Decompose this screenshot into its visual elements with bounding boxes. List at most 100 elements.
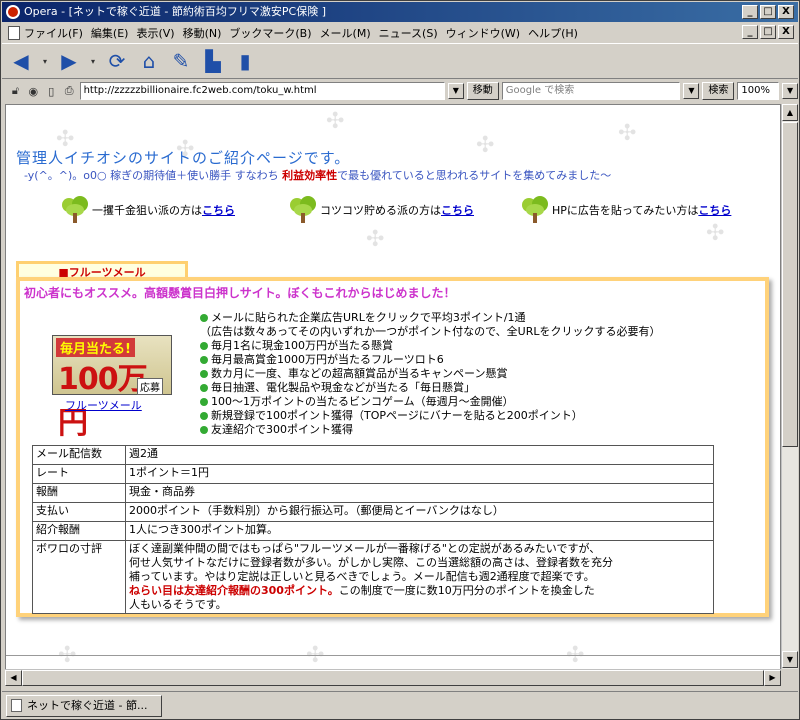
horizontal-scroll-thumb[interactable] bbox=[22, 670, 764, 686]
table-value: 1人につき300ポイント加算。 bbox=[125, 521, 714, 541]
menu-file[interactable]: ファイル(F) bbox=[24, 25, 91, 41]
comment-line: 補っています。やはり定説は正しいと見るべきでしょう。メール配信も週2通程度で超楽… bbox=[129, 570, 595, 583]
fruitmail-banner[interactable]: 毎月当たる! 100万円 応募 bbox=[52, 335, 172, 441]
category-link-1: 一攫千金狙い派の方は こちら bbox=[60, 195, 235, 225]
table-value: 現金・商品券 bbox=[125, 483, 714, 503]
page-tab[interactable]: ネットで稼ぐ近道 - 節... bbox=[6, 695, 162, 717]
info-table: メール配信数 週2通 レート 1ポイント＝1円 報酬 現金・商品券 支払い 2000ポイント（… bbox=[32, 445, 714, 614]
lock-icon[interactable]: 🔓︎ bbox=[8, 84, 23, 99]
feature-text: 毎月1名に現金100万円が当たる懸賞 bbox=[211, 339, 393, 352]
divider bbox=[6, 655, 780, 656]
feature-item: 新規登録で100ポイント獲得（TOPページにバナーを貼ると200ポイント） bbox=[200, 409, 661, 423]
go-button[interactable]: 移動 bbox=[466, 82, 499, 100]
vertical-scrollbar[interactable]: ▲ ▼ bbox=[781, 104, 798, 669]
menu-view[interactable]: 表示(V) bbox=[136, 25, 182, 41]
feature-text: 友達紹介で300ポイント獲得 bbox=[211, 423, 353, 436]
table-row: メール配信数 週2通 bbox=[32, 445, 714, 465]
tree-icon bbox=[288, 196, 318, 224]
menu-window[interactable]: ウィンドウ(W) bbox=[446, 25, 528, 41]
table-key: レート bbox=[32, 464, 126, 484]
scroll-down-arrow-icon[interactable]: ▼ bbox=[782, 651, 798, 668]
back-arrow-icon[interactable]: ◀ bbox=[8, 48, 34, 74]
feature-text: 毎月最高賞金1000万円が当たるフルーツロト6 bbox=[211, 353, 444, 366]
table-key: 支払い bbox=[32, 502, 126, 522]
category-text: HPに広告を貼ってみたい方は bbox=[552, 204, 699, 217]
hotlist-icon[interactable]: ✎ bbox=[168, 48, 194, 74]
subheading-prefix: -y(^。^)。o0○ 稼ぎの期待値＋使い勝手 すなわち bbox=[24, 169, 283, 182]
table-row: 支払い 2000ポイント（手数料別）から銀行振込可。（郵便局とイーバンクはなし） bbox=[32, 502, 714, 522]
category-text: 一攫千金狙い派の方は bbox=[92, 204, 202, 217]
clover-deco-icon: ✣ bbox=[366, 227, 385, 252]
menu-edit[interactable]: 編集(E) bbox=[91, 25, 137, 41]
category-text: コツコツ貯める派の方は bbox=[320, 204, 441, 217]
vertical-scroll-thumb[interactable] bbox=[782, 122, 798, 447]
scroll-left-arrow-icon[interactable]: ◀ bbox=[5, 670, 22, 686]
comment-line: ぼく達副業仲間の間ではもっぱら"フルーツメールが一番稼げる"との定説があるみたい… bbox=[129, 542, 601, 555]
table-key: 報酬 bbox=[32, 483, 126, 503]
horizontal-scrollbar[interactable]: ◀ ▶ bbox=[5, 669, 781, 686]
bullet-icon bbox=[200, 314, 208, 322]
clover-deco-icon: ✣ bbox=[326, 109, 345, 134]
category-link[interactable]: こちら bbox=[698, 202, 731, 218]
print-icon[interactable]: ▙ bbox=[200, 48, 226, 74]
table-row: 紹介報酬 1人につき300ポイント加算。 bbox=[32, 521, 714, 541]
search-field[interactable]: Google で検索 bbox=[501, 82, 681, 100]
feature-item: 数カ月に一度、車などの超高額賞品が当るキャンペーン懸賞 bbox=[200, 367, 661, 381]
feature-text: 100～1万ポイントの当たるビンコゲーム（毎週月～金開催） bbox=[211, 395, 514, 408]
menu-bookmarks[interactable]: ブックマーク(B) bbox=[229, 25, 319, 41]
menu-mail[interactable]: メール(M) bbox=[320, 25, 379, 41]
printer-icon[interactable]: ⎙ bbox=[62, 84, 77, 99]
menu-news[interactable]: ニュース(S) bbox=[379, 25, 446, 41]
forward-dropdown-icon[interactable]: ▾ bbox=[88, 48, 98, 74]
bullet-icon bbox=[200, 384, 208, 392]
scroll-right-arrow-icon[interactable]: ▶ bbox=[764, 670, 781, 686]
doc-restore-button[interactable]: □ bbox=[760, 25, 776, 39]
home-icon[interactable]: ⌂ bbox=[136, 48, 162, 74]
menu-help[interactable]: ヘルプ(H) bbox=[528, 25, 586, 41]
feature-item: 毎月1名に現金100万円が当たる懸賞 bbox=[200, 339, 661, 353]
feature-text: 数カ月に一度、車などの超高額賞品が当るキャンペーン懸賞 bbox=[211, 367, 508, 380]
category-link[interactable]: こちら bbox=[202, 202, 235, 218]
navigation-toolbar: ◀ ▾ ▶ ▾ ⟳ ⌂ ✎ ▙ ▮ bbox=[2, 43, 798, 79]
zoom-dropdown[interactable]: ▼ bbox=[782, 83, 798, 99]
address-field[interactable]: http://zzzzzbillionaire.fc2web.com/toku_… bbox=[79, 82, 445, 100]
window-title: Opera - [ネットで稼ぐ近道 - 節約術百均フリマ激安PC保険 ] bbox=[24, 5, 326, 18]
opera-logo-icon bbox=[6, 5, 20, 19]
menu-bar: ファイル(F) 編集(E) 表示(V) 移動(N) ブックマーク(B) メール(… bbox=[2, 23, 798, 42]
comment-highlight: ねらい目は友達紹介報酬の300ポイント。 bbox=[129, 584, 339, 597]
address-dropdown[interactable]: ▼ bbox=[447, 83, 464, 99]
subheading-suffix: で最も優れていると思われるサイトを集めてみました～ bbox=[337, 169, 612, 182]
close-button[interactable]: X bbox=[778, 5, 794, 19]
feature-text: （広告は数々あってその内いずれか一つがポイント付なので、全URLをクリックする必… bbox=[200, 325, 661, 338]
page-tab-label: ネットで稼ぐ近道 - 節... bbox=[27, 699, 148, 712]
scroll-up-arrow-icon[interactable]: ▲ bbox=[782, 104, 798, 121]
fruitmail-link[interactable]: フルーツメール bbox=[65, 397, 142, 413]
tree-icon bbox=[520, 196, 550, 224]
site-panel: 初心者にもオススメ。高額懸賞目白押しサイト。ぼくもこれからはじめました！ 毎月当… bbox=[16, 277, 769, 617]
maximize-button[interactable]: □ bbox=[760, 5, 776, 19]
back-dropdown-icon[interactable]: ▾ bbox=[40, 48, 50, 74]
bullet-icon bbox=[200, 356, 208, 364]
camera-icon[interactable]: ◉ bbox=[26, 84, 41, 99]
banner-tag: 応募 bbox=[137, 378, 163, 395]
doc-minimize-button[interactable]: _ bbox=[742, 25, 758, 39]
page-icon[interactable]: ▮ bbox=[232, 48, 258, 74]
file-icon[interactable]: ▯ bbox=[44, 84, 59, 99]
category-link[interactable]: こちら bbox=[441, 202, 474, 218]
reload-icon[interactable]: ⟳ bbox=[104, 48, 130, 74]
table-value: 1ポイント＝1円 bbox=[125, 464, 714, 484]
minimize-button[interactable]: _ bbox=[742, 5, 758, 19]
comment-cell: ぼく達副業仲間の間ではもっぱら"フルーツメールが一番稼げる"との定説があるみたい… bbox=[125, 540, 714, 614]
feature-item: 毎日抽選、電化製品や現金などが当たる「毎日懸賞」 bbox=[200, 381, 661, 395]
search-button[interactable]: 検索 bbox=[702, 82, 735, 100]
doc-close-button[interactable]: X bbox=[778, 25, 794, 39]
page-tab-icon bbox=[11, 699, 22, 712]
forward-arrow-icon[interactable]: ▶ bbox=[56, 48, 82, 74]
panel-title: 初心者にもオススメ。高額懸賞目白押しサイト。ぼくもこれからはじめました！ bbox=[24, 286, 456, 300]
search-dropdown[interactable]: ▼ bbox=[683, 83, 700, 99]
title-bar[interactable]: Opera - [ネットで稼ぐ近道 - 節約術百均フリマ激安PC保険 ] _ □… bbox=[2, 2, 798, 22]
feature-text: 毎日抽選、電化製品や現金などが当たる「毎日懸賞」 bbox=[211, 381, 475, 394]
zoom-field[interactable]: 100% bbox=[737, 82, 780, 100]
table-key: メール配信数 bbox=[32, 445, 126, 465]
menu-navigate[interactable]: 移動(N) bbox=[183, 25, 230, 41]
